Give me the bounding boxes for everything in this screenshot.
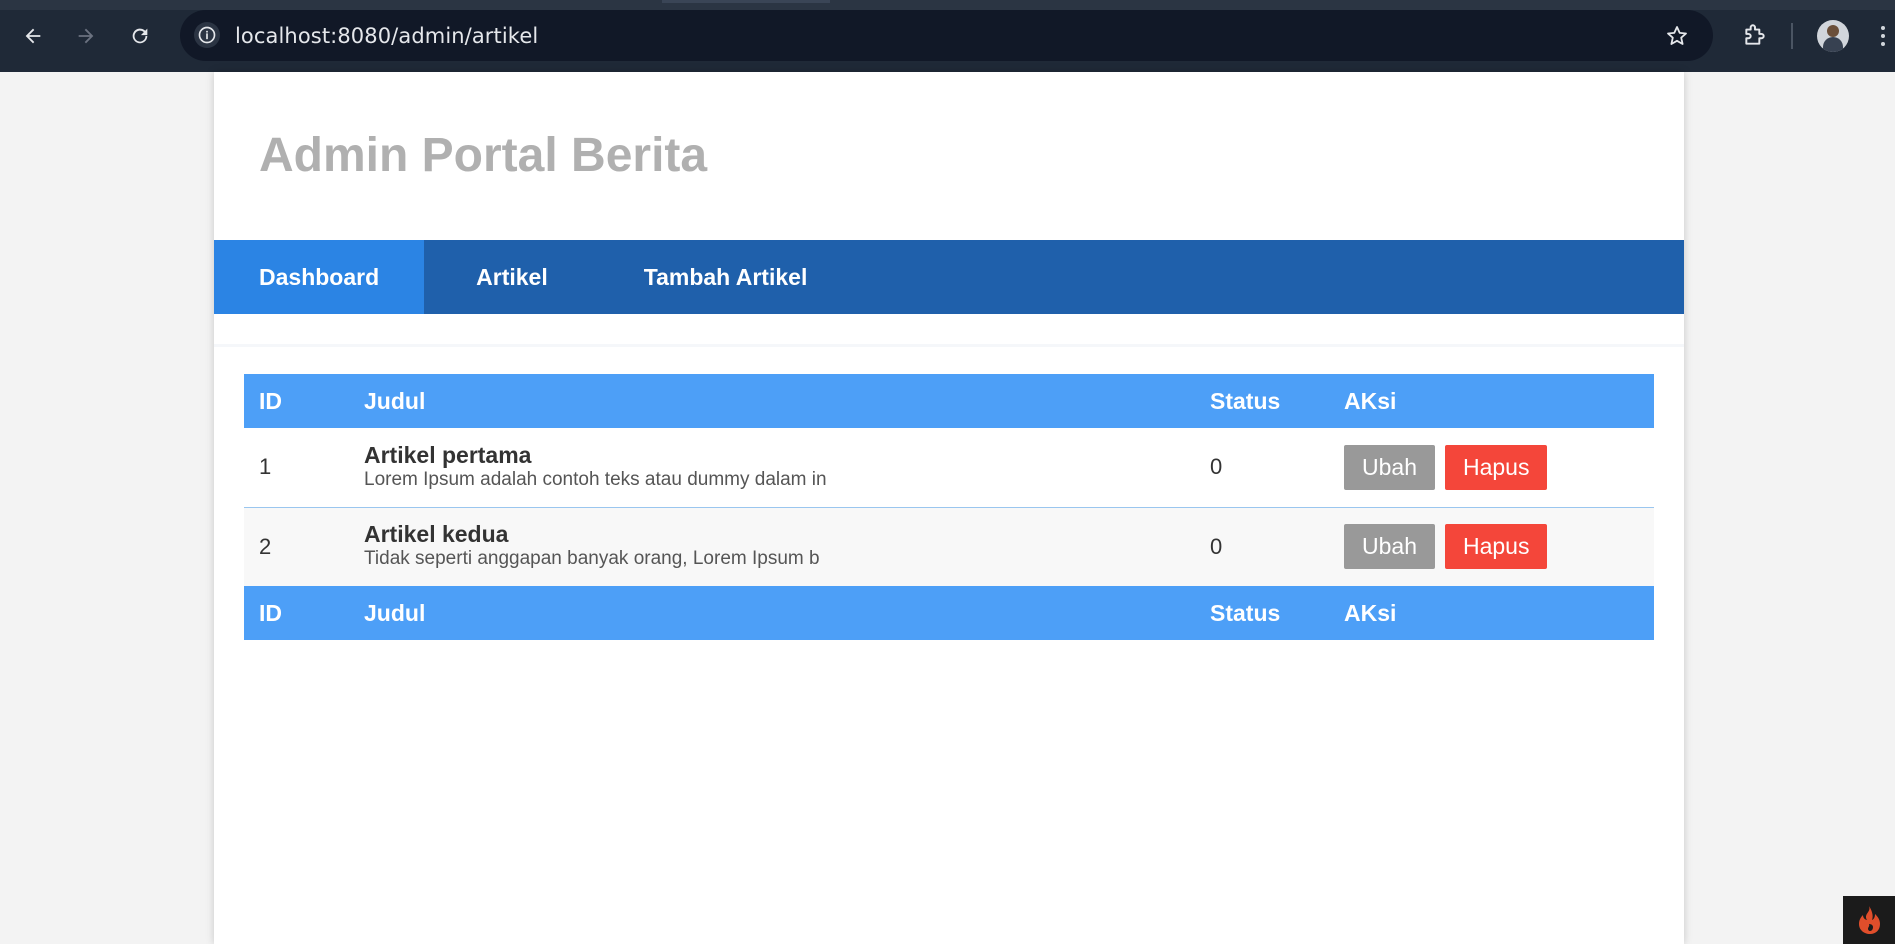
delete-button[interactable]: Hapus [1444, 444, 1548, 490]
cell-aksi: Ubah Hapus [1329, 428, 1654, 507]
table-row: 1 Artikel pertama Lorem Ipsum adalah con… [244, 428, 1654, 507]
content-divider [214, 344, 1684, 347]
column-header-aksi: AKsi [1329, 374, 1654, 428]
star-icon [1667, 26, 1687, 45]
page-title: Admin Portal Berita [259, 129, 708, 182]
column-footer-id: ID [244, 586, 349, 640]
url-text[interactable]: localhost:8080/admin/artikel [235, 24, 538, 48]
forward-button[interactable] [71, 21, 101, 51]
table-row: 2 Artikel kedua Tidak seperti anggapan b… [244, 507, 1654, 586]
edit-button[interactable]: Ubah [1344, 444, 1435, 490]
delete-button[interactable]: Hapus [1444, 524, 1548, 570]
puzzle-icon [1745, 24, 1765, 45]
profile-avatar[interactable] [1817, 20, 1849, 52]
table-footer-row: ID Judul Status AKsi [244, 586, 1654, 640]
table-header-row: ID Judul Status AKsi [244, 374, 1654, 428]
cell-judul: Artikel kedua Tidak seperti anggapan ban… [349, 507, 1195, 586]
arrow-left-icon [25, 28, 41, 44]
cell-judul: Artikel pertama Lorem Ipsum adalah conto… [349, 428, 1195, 507]
info-icon [198, 26, 216, 44]
browser-toolbar: localhost:8080/admin/artikel [0, 0, 1895, 72]
article-title: Artikel kedua [364, 521, 509, 548]
active-tab-hint [662, 0, 830, 3]
nav-item-artikel[interactable]: Artikel [424, 240, 598, 314]
column-footer-judul: Judul [349, 586, 1195, 640]
cell-status: 0 [1210, 533, 1223, 559]
main-nav: Dashboard Artikel Tambah Artikel [214, 240, 1684, 314]
column-header-id: ID [244, 374, 349, 428]
cell-id: 1 [259, 454, 272, 480]
cell-id: 2 [259, 533, 272, 559]
more-vertical-icon[interactable] [1876, 20, 1890, 52]
column-header-status: Status [1195, 374, 1329, 428]
edit-button[interactable]: Ubah [1344, 524, 1435, 570]
address-bar[interactable]: localhost:8080/admin/artikel [180, 10, 1713, 61]
back-button[interactable] [18, 21, 48, 51]
article-title: Artikel pertama [364, 441, 532, 468]
toolbar-separator [1791, 23, 1793, 49]
tab-strip-edge [0, 0, 1895, 10]
column-footer-status: Status [1195, 586, 1329, 640]
column-footer-aksi: AKsi [1329, 586, 1654, 640]
cell-status: 0 [1210, 454, 1223, 480]
cell-aksi: Ubah Hapus [1329, 507, 1654, 586]
article-excerpt: Lorem Ipsum adalah contoh teks atau dumm… [364, 468, 827, 490]
nav-item-dashboard[interactable]: Dashboard [214, 240, 425, 314]
site-info-button[interactable] [194, 22, 220, 48]
nav-item-tambah-artikel[interactable]: Tambah Artikel [598, 240, 854, 314]
article-excerpt: Tidak seperti anggapan banyak orang, Lor… [364, 548, 820, 570]
articles-table: ID Judul Status AKsi 1 Artikel pertama L… [244, 374, 1654, 640]
bookmark-button[interactable] [1663, 22, 1691, 50]
arrow-right-icon [78, 28, 94, 44]
debug-toolbar-button[interactable] [1843, 896, 1895, 944]
reload-button[interactable] [125, 21, 155, 51]
reload-icon [132, 28, 148, 44]
extensions-button[interactable] [1740, 20, 1770, 50]
column-header-judul: Judul [349, 374, 1195, 428]
page-container: Admin Portal Berita Dashboard Artikel Ta… [214, 72, 1684, 944]
codeigniter-flame-icon [1859, 906, 1880, 934]
